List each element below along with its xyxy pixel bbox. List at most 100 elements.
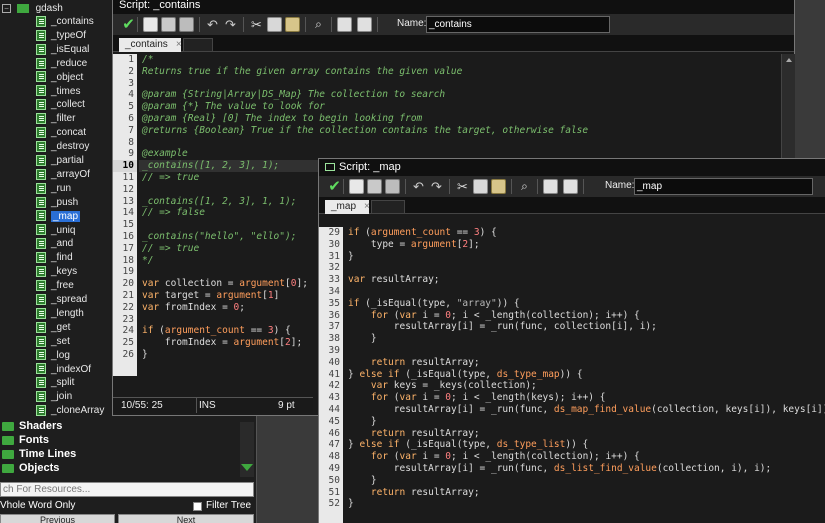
code-line[interactable] — [345, 345, 825, 357]
whole-word-label[interactable]: Vhole Word Only — [0, 500, 75, 511]
tree-script-item[interactable]: _concat — [36, 126, 86, 140]
close-tab-icon[interactable]: × — [364, 201, 370, 212]
tree-script-item[interactable]: _times — [36, 85, 80, 99]
find-icon[interactable]: ⌕ — [517, 179, 532, 194]
tree-script-item[interactable]: _keys — [36, 265, 77, 279]
next-button[interactable]: Next — [118, 514, 254, 523]
code-line[interactable] — [139, 78, 781, 90]
window-title[interactable]: Script: _map — [319, 159, 825, 176]
tree-script-item[interactable]: _partial — [36, 154, 84, 168]
code-line[interactable]: } — [345, 333, 825, 345]
window-title[interactable]: Script: _contains — [113, 0, 794, 14]
find-icon[interactable]: ⌕ — [311, 17, 326, 32]
redo-icon[interactable]: ↷ — [429, 179, 444, 194]
script-window-map[interactable]: Script: _map Name: _map ✔ ↶ ↷ ✂ ⌕ _map × 29 30… — [318, 158, 825, 523]
tree-group-time-lines[interactable]: Time Lines — [0, 447, 76, 461]
code-line[interactable] — [345, 286, 825, 298]
filter-tree-checkbox[interactable] — [193, 502, 202, 511]
redo-icon[interactable]: ↷ — [223, 17, 238, 32]
collapse-icon[interactable]: − — [2, 3, 11, 13]
tree-script-item[interactable]: _find — [36, 251, 73, 265]
ok-check-icon[interactable]: ✔ — [327, 179, 342, 194]
tree-script-item[interactable]: _log — [36, 349, 70, 363]
tree-script-item[interactable]: _map — [36, 210, 81, 224]
code-line[interactable]: resultArray[i] = _run(func, ds_map_find_… — [345, 404, 825, 416]
code-line[interactable]: resultArray[i] = _run(func, ds_list_find… — [345, 463, 825, 475]
tree-script-item[interactable]: _arrayOf — [36, 168, 90, 182]
previous-button[interactable]: Previous — [0, 514, 115, 523]
info-icon[interactable] — [357, 17, 372, 32]
tree-script-item[interactable]: _join — [36, 390, 72, 404]
tree-group-objects[interactable]: Objects — [0, 461, 59, 475]
tree-script-item[interactable]: _isEqual — [36, 43, 89, 57]
tree-script-item[interactable]: _push — [36, 196, 78, 210]
undo-icon[interactable]: ↶ — [205, 17, 220, 32]
code-line[interactable]: for (var i = 0; i < _length(collection);… — [345, 451, 825, 463]
code-line[interactable] — [345, 262, 825, 274]
copy-icon[interactable] — [473, 179, 488, 194]
tree-script-item[interactable]: _set — [36, 335, 70, 349]
print-icon[interactable] — [385, 179, 400, 194]
cut-icon[interactable]: ✂ — [249, 17, 264, 32]
tree-group-shaders[interactable]: Shaders — [0, 419, 62, 433]
tree-script-item[interactable]: _collect — [36, 98, 85, 112]
code-line[interactable]: } — [345, 498, 825, 510]
code-line[interactable]: type = argument[2]; — [345, 239, 825, 251]
code-line[interactable]: } — [345, 251, 825, 263]
tree-script-item[interactable]: _cloneArray — [36, 404, 104, 418]
tree-scrollbar[interactable] — [240, 422, 254, 477]
copy-icon[interactable] — [267, 17, 282, 32]
goto-icon[interactable] — [543, 179, 558, 194]
tree-script-item[interactable]: _destroy — [36, 140, 89, 154]
paste-icon[interactable] — [491, 179, 506, 194]
scroll-up-icon[interactable] — [786, 58, 792, 62]
tree-script-item[interactable]: _get — [36, 321, 70, 335]
code-line[interactable]: if (_isEqual(type, "array")) { — [345, 298, 825, 310]
code-line[interactable]: @param {Real} [0] The index to begin loo… — [139, 113, 781, 125]
code-line[interactable]: @param {*} The value to look for — [139, 101, 781, 113]
close-tab-icon[interactable]: × — [176, 39, 182, 50]
code-line[interactable]: for (var i = 0; i < _length(collection);… — [345, 310, 825, 322]
code-line[interactable]: var keys = _keys(collection); — [345, 380, 825, 392]
tree-script-item[interactable]: _run — [36, 182, 71, 196]
code-line[interactable]: Returns true if the given array contains… — [139, 66, 781, 78]
tree-script-item[interactable]: _object — [36, 71, 83, 85]
undo-icon[interactable]: ↶ — [411, 179, 426, 194]
tree-script-item[interactable]: _typeOf — [36, 29, 86, 43]
info-icon[interactable] — [563, 179, 578, 194]
code-line[interactable]: return resultArray; — [345, 428, 825, 440]
cut-icon[interactable]: ✂ — [455, 179, 470, 194]
tree-folder-gdash[interactable]: − gdash — [2, 2, 63, 16]
code-line[interactable]: @returns {Boolean} True if the collectio… — [139, 125, 781, 137]
tab-map[interactable]: _map × — [325, 200, 370, 214]
save-icon[interactable] — [367, 179, 382, 194]
tree-script-item[interactable]: _filter — [36, 112, 75, 126]
tree-script-item[interactable]: _reduce — [36, 57, 87, 71]
tab-contains[interactable]: _contains × — [119, 38, 182, 52]
tree-script-item[interactable]: _indexOf — [36, 363, 91, 377]
code-line[interactable]: /* — [139, 54, 781, 66]
script-name-input[interactable]: _contains — [426, 16, 610, 33]
code-line[interactable]: return resultArray; — [345, 487, 825, 499]
tree-script-item[interactable]: _spread — [36, 293, 87, 307]
save-icon[interactable] — [161, 17, 176, 32]
print-icon[interactable] — [179, 17, 194, 32]
code-line[interactable]: @param {String|Array|DS_Map} The collect… — [139, 89, 781, 101]
code-line[interactable]: } — [345, 475, 825, 487]
tree-script-item[interactable]: _contains — [36, 15, 94, 29]
new-icon[interactable] — [143, 17, 158, 32]
code-editor[interactable]: 29 30 31 32 33 34 35 36 37 38 39 40 41 42 43 44 45 46 47 48… — [319, 227, 825, 523]
scroll-down-icon[interactable] — [241, 464, 253, 471]
code-line[interactable] — [139, 137, 781, 149]
script-name-input[interactable]: _map — [634, 178, 813, 195]
tree-script-item[interactable]: _and — [36, 237, 73, 251]
tree-script-item[interactable]: _free — [36, 279, 74, 293]
goto-icon[interactable] — [337, 17, 352, 32]
code-line[interactable]: } else if (_isEqual(type, ds_type_list))… — [345, 439, 825, 451]
code-line[interactable]: if (argument_count == 3) { — [345, 227, 825, 239]
code-line[interactable]: } else if (_isEqual(type, ds_type_map)) … — [345, 369, 825, 381]
paste-icon[interactable] — [285, 17, 300, 32]
resource-search-input[interactable]: ch For Resources... — [0, 482, 254, 497]
code-line[interactable]: for (var i = 0; i < _length(keys); i++) … — [345, 392, 825, 404]
code-line[interactable]: } — [345, 416, 825, 428]
